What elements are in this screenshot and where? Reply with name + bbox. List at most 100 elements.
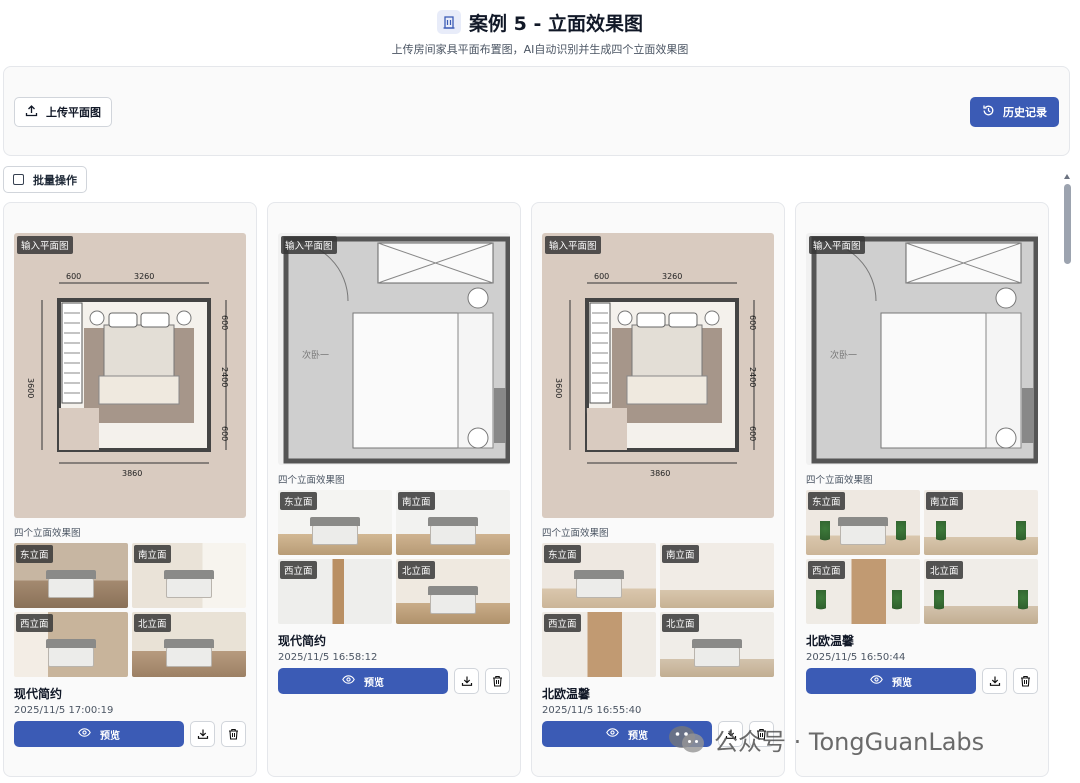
- upload-icon: [25, 104, 38, 120]
- created-date: 2025/11/5 16:55:40: [542, 705, 642, 716]
- style-name: 现代简约: [278, 634, 327, 648]
- view-tag: 东立面: [808, 492, 845, 510]
- dim-right-1: 600: [748, 315, 757, 330]
- preview-button[interactable]: 预览: [14, 721, 184, 747]
- north-elevation-thumbnail[interactable]: 北立面: [396, 559, 510, 624]
- upload-floorplan-button[interactable]: 上传平面图: [14, 97, 112, 127]
- dim-right-3: 600: [748, 426, 757, 441]
- upload-label: 上传平面图: [46, 106, 101, 119]
- south-elevation-thumbnail[interactable]: 南立面: [396, 490, 510, 555]
- delete-button[interactable]: [1013, 668, 1038, 694]
- trash-icon: [1020, 672, 1031, 691]
- trash-icon: [228, 725, 239, 744]
- eye-icon: [78, 728, 91, 740]
- page: 案例 5 - 立面效果图 上传房间家具平面布置图，AI自动识别并生成四个立面效果…: [0, 0, 1080, 783]
- dim-top-left: 600: [66, 272, 81, 281]
- views-section-label: 四个立面效果图: [14, 528, 81, 539]
- dim-bottom: 3860: [650, 469, 670, 478]
- north-elevation-thumbnail[interactable]: 北立面: [660, 612, 774, 677]
- plant-icon: [1016, 521, 1026, 547]
- eye-icon: [870, 675, 883, 687]
- result-card: 输入平面图 600 3260 3860 3600 600 2400 600 四个…: [531, 202, 785, 777]
- building-icon: [437, 10, 462, 34]
- input-floorplan-image[interactable]: 输入平面图 600 3260 3860 3600 600 2400 600: [14, 233, 246, 518]
- elevation-views-grid: 东立面 南立面 西立面 北立面: [806, 490, 1038, 624]
- plant-icon: [820, 521, 830, 547]
- view-tag: 西立面: [808, 561, 845, 579]
- dim-left: 3600: [26, 378, 35, 398]
- east-elevation-thumbnail[interactable]: 东立面: [542, 543, 656, 608]
- north-elevation-thumbnail[interactable]: 北立面: [924, 559, 1038, 624]
- upload-panel: 上传平面图 历史记录: [3, 66, 1070, 156]
- eye-icon: [342, 675, 355, 687]
- elevation-views-grid: 东立面 南立面 西立面 北立面: [278, 490, 510, 624]
- batch-operation-toggle[interactable]: 批量操作: [3, 166, 87, 193]
- download-button[interactable]: [454, 668, 479, 694]
- style-name: 现代简约: [14, 687, 63, 701]
- view-tag: 西立面: [16, 614, 53, 632]
- delete-button[interactable]: [221, 721, 246, 747]
- history-button[interactable]: 历史记录: [970, 97, 1059, 127]
- history-icon: [982, 104, 995, 120]
- input-floorplan-image[interactable]: 输入平面图 次卧一: [806, 233, 1038, 465]
- scroll-up-arrow-icon[interactable]: [1064, 174, 1070, 179]
- eye-icon: [606, 728, 619, 740]
- trash-icon: [492, 672, 503, 691]
- east-elevation-thumbnail[interactable]: 东立面: [14, 543, 128, 608]
- result-card: 输入平面图 次卧一 四个立面效果图 东立面 南立面 西立面: [267, 202, 521, 777]
- west-elevation-thumbnail[interactable]: 西立面: [278, 559, 392, 624]
- west-elevation-thumbnail[interactable]: 西立面: [806, 559, 920, 624]
- delete-button[interactable]: [485, 668, 510, 694]
- bed-icon: [428, 517, 478, 545]
- view-tag: 西立面: [280, 561, 317, 579]
- download-icon: [461, 672, 473, 691]
- input-floorplan-image[interactable]: 输入平面图 次卧一: [278, 233, 510, 465]
- dim-right-1: 600: [220, 315, 229, 330]
- view-tag: 东立面: [544, 545, 581, 563]
- elevation-views-grid: 东立面 南立面 西立面 北立面: [542, 543, 774, 677]
- header: 案例 5 - 立面效果图 上传房间家具平面布置图，AI自动识别并生成四个立面效果…: [0, 8, 1080, 57]
- page-title: 案例 5 - 立面效果图: [469, 12, 643, 35]
- download-button[interactable]: [190, 721, 215, 747]
- preview-button[interactable]: 预览: [806, 668, 976, 694]
- view-tag: 东立面: [16, 545, 53, 563]
- preview-button[interactable]: 预览: [278, 668, 448, 694]
- download-icon: [989, 672, 1001, 691]
- east-elevation-thumbnail[interactable]: 东立面: [806, 490, 920, 555]
- preview-label: 预览: [628, 730, 648, 742]
- south-elevation-thumbnail[interactable]: 南立面: [660, 543, 774, 608]
- preview-label: 预览: [892, 677, 912, 689]
- north-elevation-thumbnail[interactable]: 北立面: [132, 612, 246, 677]
- style-name: 北欧温馨: [542, 687, 591, 701]
- card-content: 输入平面图 次卧一 四个立面效果图 东立面 南立面 西立面: [278, 233, 510, 694]
- style-name: 北欧温馨: [806, 634, 855, 648]
- dim-right-3: 600: [220, 426, 229, 441]
- card-content: 输入平面图 次卧一 四个立面效果图 东立面 南立面 西立面: [806, 233, 1038, 694]
- floorplan-drawing: 600 3260 3860 3600 600 2400 600: [554, 272, 757, 478]
- input-floorplan-image[interactable]: 输入平面图 600 3260 3860 3600 600 2400 600: [542, 233, 774, 518]
- view-tag: 东立面: [280, 492, 317, 510]
- south-elevation-thumbnail[interactable]: 南立面: [924, 490, 1038, 555]
- scrollbar[interactable]: [1063, 172, 1072, 772]
- west-elevation-thumbnail[interactable]: 西立面: [14, 612, 128, 677]
- preview-label: 预览: [364, 677, 384, 689]
- east-elevation-thumbnail[interactable]: 东立面: [278, 490, 392, 555]
- bed-icon: [46, 639, 96, 667]
- view-tag: 北立面: [926, 561, 963, 579]
- floorplan-drawing: 次卧一: [283, 236, 510, 464]
- view-tag: 西立面: [544, 614, 581, 632]
- plant-icon: [816, 590, 826, 616]
- batch-checkbox[interactable]: [13, 174, 24, 185]
- floorplan-drawing: 次卧一: [811, 236, 1038, 464]
- input-floorplan-tag: 输入平面图: [545, 236, 601, 254]
- download-button[interactable]: [982, 668, 1007, 694]
- scroll-thumb[interactable]: [1064, 184, 1071, 264]
- input-floorplan-tag: 输入平面图: [809, 236, 865, 254]
- south-elevation-thumbnail[interactable]: 南立面: [132, 543, 246, 608]
- download-icon: [197, 725, 209, 744]
- dim-top-left: 600: [594, 272, 609, 281]
- created-date: 2025/11/5 16:50:44: [806, 652, 906, 663]
- card-actions: 预览: [806, 668, 1038, 694]
- views-section-label: 四个立面效果图: [542, 528, 609, 539]
- west-elevation-thumbnail[interactable]: 西立面: [542, 612, 656, 677]
